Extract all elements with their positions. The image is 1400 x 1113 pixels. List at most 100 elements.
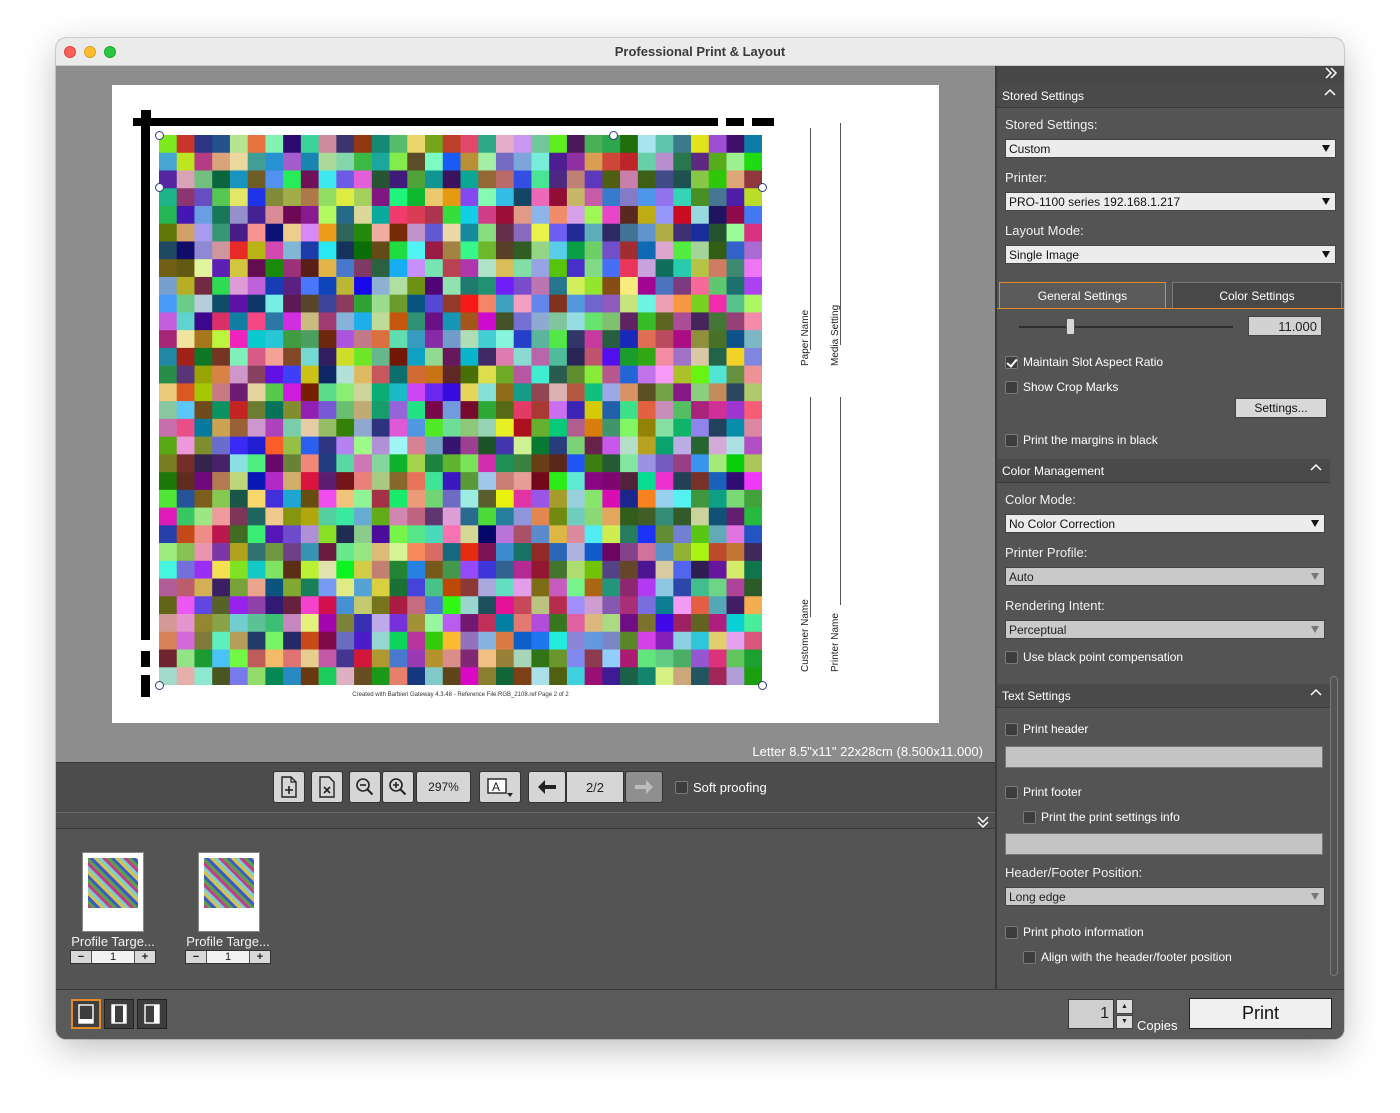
- tab-color-settings[interactable]: Color Settings: [1172, 282, 1342, 309]
- sidebar-scrollbar[interactable]: [1330, 676, 1338, 976]
- color-patch: [637, 294, 656, 313]
- color-patch: [247, 170, 266, 189]
- delete-page-button[interactable]: [311, 771, 343, 803]
- header-text-input[interactable]: [1005, 746, 1323, 768]
- color-patch: [513, 223, 532, 242]
- increment-arrow-icon[interactable]: ▲: [1116, 999, 1133, 1014]
- color-patch: [229, 525, 248, 544]
- color-mode-select[interactable]: No Color Correction: [1005, 514, 1325, 533]
- color-patch: [708, 383, 727, 402]
- printer-select[interactable]: PRO-1100 series 192.168.1.217: [1005, 192, 1336, 211]
- color-patch: [283, 631, 302, 650]
- print-settings-info-checkbox[interactable]: [1023, 810, 1036, 824]
- crop-settings-button[interactable]: Settings...: [1235, 398, 1327, 418]
- text-display-button[interactable]: A: [479, 771, 521, 803]
- color-management-header[interactable]: Color Management: [997, 459, 1330, 483]
- color-patch: [283, 507, 302, 526]
- layout-single-button[interactable]: [71, 999, 101, 1029]
- page-thumbnail[interactable]: [82, 852, 144, 932]
- print-margins-black-option[interactable]: Print the margins in black: [1005, 433, 1158, 447]
- increment-button[interactable]: +: [135, 951, 155, 963]
- print-footer-option[interactable]: Print footer: [1005, 785, 1082, 799]
- color-patch: [425, 205, 444, 225]
- thumbnail-copies-stepper[interactable]: − 1 +: [70, 950, 156, 964]
- color-patch: [637, 667, 656, 685]
- show-crop-marks-option[interactable]: Show Crop Marks: [1005, 380, 1118, 394]
- page-thumbnail[interactable]: [198, 852, 260, 932]
- print-header-checkbox[interactable]: [1005, 722, 1018, 736]
- print-footer-checkbox[interactable]: [1005, 785, 1018, 799]
- layout-split-button[interactable]: [104, 999, 134, 1029]
- align-header-footer-option[interactable]: Align with the header/footer position: [1023, 950, 1232, 964]
- black-point-option[interactable]: Use black point compensation: [1005, 650, 1183, 664]
- size-slider-track[interactable]: [1019, 326, 1233, 328]
- stored-settings-select[interactable]: Custom: [1005, 139, 1336, 158]
- copies-stepper[interactable]: ▲ ▼: [1116, 999, 1133, 1029]
- color-patch: [194, 614, 213, 633]
- chevron-up-icon[interactable]: [1310, 687, 1322, 697]
- soft-proofing-toggle[interactable]: Soft proofing: [675, 780, 767, 795]
- print-button[interactable]: Print: [1189, 998, 1332, 1029]
- next-page-button[interactable]: [625, 771, 663, 803]
- color-patch: [194, 525, 213, 544]
- decrement-button[interactable]: −: [71, 951, 91, 963]
- color-patch-target[interactable]: [159, 135, 762, 685]
- resize-handle[interactable]: [758, 681, 767, 690]
- color-patch: [354, 223, 373, 242]
- stored-settings-header[interactable]: Stored Settings: [997, 84, 1344, 108]
- color-patch: [159, 152, 178, 171]
- color-patch: [265, 205, 284, 225]
- increment-button[interactable]: +: [250, 951, 270, 963]
- collapse-double-chevron-icon[interactable]: [977, 815, 989, 829]
- zoom-level-dropdown[interactable]: 297%: [416, 771, 471, 803]
- layout-mode-select[interactable]: Single Image: [1005, 245, 1336, 264]
- color-patch: [265, 454, 284, 473]
- color-patch: [549, 418, 568, 437]
- resize-handle[interactable]: [155, 681, 164, 690]
- color-patch: [478, 241, 497, 260]
- add-page-button[interactable]: [273, 771, 305, 803]
- print-settings-info-option[interactable]: Print the print settings info: [1023, 810, 1180, 824]
- layout-sidebar-button[interactable]: [137, 999, 167, 1029]
- chevron-up-icon[interactable]: [1310, 462, 1322, 472]
- zoom-in-button[interactable]: [382, 771, 414, 803]
- black-point-checkbox[interactable]: [1005, 650, 1018, 664]
- color-patch: [673, 631, 692, 650]
- color-patch: [549, 436, 568, 455]
- tab-general-settings[interactable]: General Settings: [999, 282, 1166, 309]
- color-patch: [212, 560, 231, 579]
- resize-handle[interactable]: [758, 183, 767, 192]
- decrement-arrow-icon[interactable]: ▼: [1116, 1014, 1133, 1029]
- color-patch: [726, 543, 745, 562]
- maintain-aspect-option[interactable]: Maintain Slot Aspect Ratio: [1005, 355, 1163, 369]
- size-slider-knob[interactable]: [1066, 318, 1075, 335]
- paper-page[interactable]: Created with Barbieri Gateway 4.3.48 - R…: [112, 85, 939, 723]
- color-patch: [407, 543, 426, 562]
- expand-double-chevron-icon[interactable]: [1324, 67, 1338, 79]
- thumbnail-copies-value[interactable]: 1: [91, 951, 135, 963]
- thumbnail-copies-stepper[interactable]: − 1 +: [185, 950, 271, 964]
- zoom-out-button[interactable]: [349, 771, 381, 803]
- chevron-up-icon[interactable]: [1324, 87, 1336, 97]
- align-header-footer-checkbox[interactable]: [1023, 950, 1036, 964]
- soft-proofing-checkbox[interactable]: [675, 781, 688, 794]
- print-header-option[interactable]: Print header: [1005, 722, 1088, 736]
- print-photo-info-checkbox[interactable]: [1005, 925, 1018, 939]
- decrement-button[interactable]: −: [186, 951, 206, 963]
- previous-page-button[interactable]: [528, 771, 566, 803]
- text-settings-header[interactable]: Text Settings: [997, 684, 1330, 708]
- print-photo-info-option[interactable]: Print photo information: [1005, 925, 1144, 939]
- color-patch: [336, 170, 355, 189]
- resize-handle[interactable]: [155, 183, 164, 192]
- size-value-field[interactable]: 11.000: [1248, 316, 1322, 336]
- show-crop-marks-checkbox[interactable]: [1005, 380, 1018, 394]
- color-patch: [726, 294, 745, 313]
- footer-text-input[interactable]: [1005, 833, 1323, 855]
- print-margins-black-checkbox[interactable]: [1005, 433, 1018, 447]
- resize-handle[interactable]: [155, 131, 164, 140]
- thumbnail-copies-value[interactable]: 1: [206, 951, 250, 963]
- resize-handle[interactable]: [609, 131, 618, 140]
- color-patch: [673, 347, 692, 366]
- maintain-aspect-checkbox[interactable]: [1005, 355, 1018, 369]
- copies-input[interactable]: 1: [1068, 999, 1114, 1029]
